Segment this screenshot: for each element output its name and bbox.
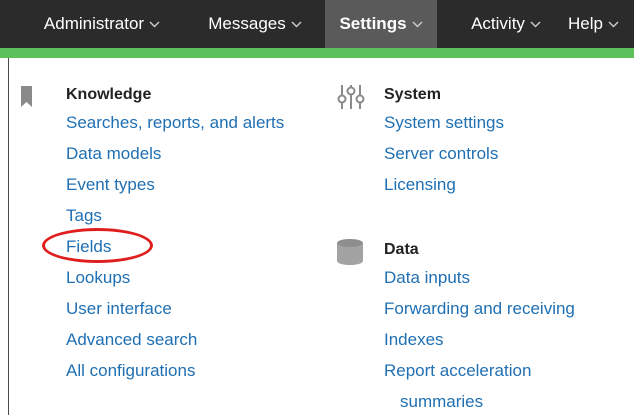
nav-administrator-label: Administrator [43, 14, 145, 33]
nav-help-label: Help [568, 14, 603, 33]
nav-help[interactable]: Help [568, 0, 634, 48]
nav-messages[interactable]: Messages [194, 0, 316, 48]
nav-settings-label: Settings [339, 14, 407, 33]
system-section-title: System [384, 86, 441, 103]
menu-item-fields[interactable]: Fields [66, 237, 111, 257]
menu-item-event-types[interactable]: Event types [66, 175, 155, 195]
sliders-icon [337, 84, 365, 115]
menu-item-report-acceleration[interactable]: Report acceleration [384, 361, 531, 381]
top-navigation-bar: Administrator Messages Settings Activity… [0, 0, 634, 48]
nav-messages-label: Messages [208, 14, 286, 33]
menu-item-tags[interactable]: Tags [66, 206, 102, 226]
chevron-down-icon [530, 21, 541, 28]
chevron-down-icon [608, 21, 619, 28]
chevron-down-icon [291, 21, 302, 28]
nav-settings[interactable]: Settings [325, 0, 437, 48]
menu-item-user-interface[interactable]: User interface [66, 299, 172, 319]
menu-item-indexes[interactable]: Indexes [384, 330, 444, 350]
menu-item-system-settings[interactable]: System settings [384, 113, 504, 133]
data-section-title: Data [384, 241, 419, 258]
menu-item-report-acceleration-summaries[interactable]: summaries [400, 392, 483, 412]
nav-administrator[interactable]: Administrator [22, 0, 182, 48]
chevron-down-icon [412, 21, 423, 28]
menu-item-all-configurations[interactable]: All configurations [66, 361, 195, 381]
menu-item-forwarding-receiving[interactable]: Forwarding and receiving [384, 299, 575, 319]
menu-item-data-inputs[interactable]: Data inputs [384, 268, 470, 288]
menu-item-server-controls[interactable]: Server controls [384, 144, 498, 164]
menu-item-lookups[interactable]: Lookups [66, 268, 130, 288]
dropdown-panel-border [8, 58, 9, 415]
menu-item-advanced-search[interactable]: Advanced search [66, 330, 197, 350]
nav-activity[interactable]: Activity [454, 0, 558, 48]
menu-item-searches-reports-alerts[interactable]: Searches, reports, and alerts [66, 113, 284, 133]
menu-item-data-models[interactable]: Data models [66, 144, 161, 164]
nav-activity-label: Activity [471, 14, 525, 33]
nav-accent-stripe [0, 48, 634, 58]
menu-item-licensing[interactable]: Licensing [384, 175, 456, 195]
database-icon [336, 238, 364, 271]
bookmark-icon [21, 86, 32, 112]
knowledge-section-title: Knowledge [66, 86, 152, 103]
chevron-down-icon [149, 21, 160, 28]
